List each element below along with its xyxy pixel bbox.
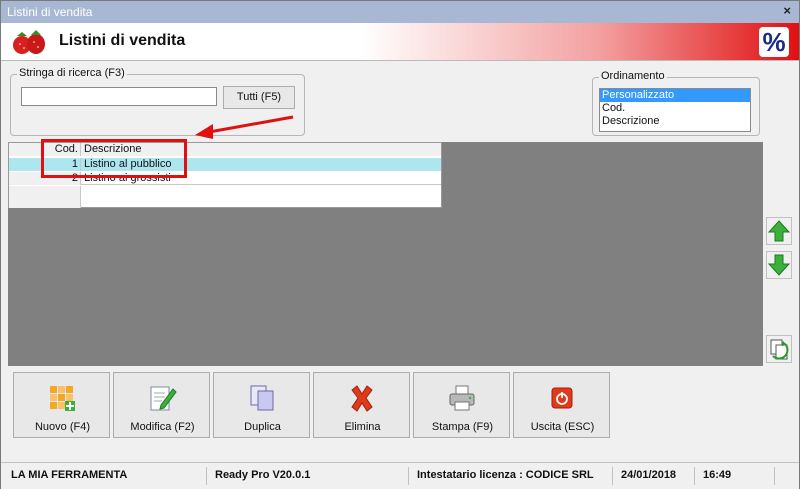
printer-icon	[449, 385, 475, 411]
tutti-button[interactable]: Tutti (F5)	[223, 86, 295, 109]
arrow-up-icon	[767, 220, 791, 242]
new-grid-icon	[50, 386, 75, 411]
modifica-button[interactable]: Modifica (F2)	[113, 372, 210, 438]
modifica-label: Modifica (F2)	[130, 421, 195, 433]
elimina-label: Elimina	[344, 421, 381, 433]
cell-cod-empty	[9, 186, 81, 208]
nuovo-button[interactable]: Nuovo (F4)	[13, 372, 110, 438]
search-input[interactable]	[21, 87, 217, 106]
highlight-box	[41, 139, 187, 178]
refresh-button[interactable]	[766, 335, 792, 363]
status-bar: LA MIA FERRAMENTA Ready Pro V20.0.1 Inte…	[1, 462, 799, 489]
edit-icon	[150, 386, 177, 411]
window-titlebar: Listini di vendita ×	[1, 1, 799, 23]
uscita-label: Uscita (ESC)	[530, 421, 595, 433]
window-title: Listini di vendita	[7, 5, 93, 19]
uscita-button[interactable]: Uscita (ESC)	[513, 372, 610, 438]
sort-option-cod[interactable]: Cod.	[600, 102, 750, 115]
stampa-label: Stampa (F9)	[431, 421, 494, 433]
sort-listbox[interactable]: Personalizzato Cod. Descrizione	[599, 88, 751, 132]
duplica-button[interactable]: Duplica	[213, 372, 310, 438]
strawberry-logo-icon	[13, 30, 45, 54]
move-down-button[interactable]	[766, 251, 792, 279]
move-up-button[interactable]	[766, 217, 792, 245]
status-date: 24/01/2018	[617, 467, 695, 485]
nuovo-label: Nuovo (F4)	[34, 421, 91, 433]
sort-option-descrizione[interactable]: Descrizione	[600, 115, 750, 128]
duplicate-icon	[250, 385, 274, 411]
elimina-button[interactable]: Elimina	[313, 372, 410, 438]
percent-icon: %	[759, 27, 789, 57]
status-license: Intestatario licenza : CODICE SRL	[413, 467, 613, 485]
delete-x-icon	[351, 385, 373, 412]
stampa-button[interactable]: Stampa (F9)	[413, 372, 510, 438]
exit-power-icon	[551, 387, 573, 409]
table-row-empty[interactable]	[9, 186, 441, 208]
listini-window: Listini di vendita × Listini di vendita …	[0, 0, 800, 489]
sort-option-personalizzato[interactable]: Personalizzato	[600, 89, 750, 102]
duplica-label: Duplica	[244, 421, 281, 433]
sort-group-label: Ordinamento	[599, 70, 667, 82]
status-time: 16:49	[699, 467, 775, 485]
search-group-label: Stringa di ricerca (F3)	[17, 67, 127, 79]
refresh-icon	[770, 339, 789, 360]
status-version: Ready Pro V20.0.1	[211, 467, 409, 485]
arrow-down-icon	[767, 254, 791, 276]
page-title: Listini di vendita	[59, 32, 186, 49]
close-icon[interactable]: ×	[783, 3, 791, 18]
action-toolbar: Nuovo (F4) Modifica (F2) Duplica Elimina	[8, 369, 793, 441]
cell-descrizione-empty	[81, 186, 441, 199]
page-header: Listini di vendita %	[1, 23, 799, 61]
annotation-arrow-icon	[195, 115, 294, 139]
status-company: LA MIA FERRAMENTA	[7, 467, 207, 485]
